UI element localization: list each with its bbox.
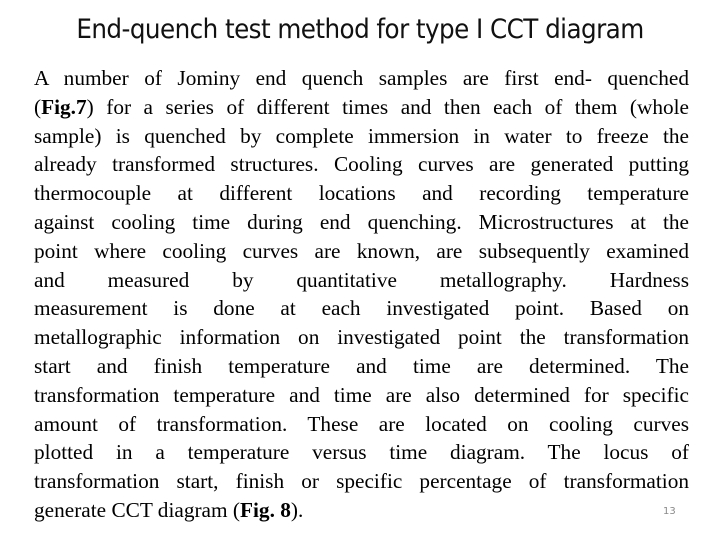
figure-reference: Fig.7 [41, 94, 87, 119]
body-text-line: plotted in a temperature versus time dia… [34, 438, 689, 467]
body-text-segment: start and finish temperature and time ar… [34, 353, 689, 378]
body-text-segment: ) for a series of different times and th… [86, 94, 689, 119]
page-number: 13 [663, 506, 676, 517]
body-text-line: point where cooling curves are known, ar… [34, 237, 689, 266]
body-text-line: A number of Jominy end quench samples ar… [34, 64, 689, 93]
body-text-segment: plotted in a temperature versus time dia… [34, 440, 689, 465]
slide-body-paragraph: A number of Jominy end quench samples ar… [34, 64, 689, 525]
body-text-line: sample) is quenched by complete immersio… [34, 122, 689, 151]
body-text-segment: against cooling time during end quenchin… [34, 209, 689, 234]
body-text-line: start and finish temperature and time ar… [34, 352, 689, 381]
body-text-segment: transformation temperature and time are … [34, 382, 689, 407]
body-text-line: already transformed structures. Cooling … [34, 150, 689, 179]
body-text-segment: thermocouple at different locations and … [34, 181, 689, 206]
body-text-line: (Fig.7) for a series of different times … [34, 93, 689, 122]
body-text-line: transformation start, finish or specific… [34, 467, 689, 496]
body-text-segment: already transformed structures. Cooling … [34, 152, 689, 177]
body-text-line: metallographic information on investigat… [34, 323, 689, 352]
body-text-line: against cooling time during end quenchin… [34, 208, 689, 237]
body-text-line: amount of transformation. These are loca… [34, 410, 689, 439]
body-text-line: and measured by quantitative metallograp… [34, 266, 689, 295]
body-text-segment: sample) is quenched by complete immersio… [34, 123, 689, 148]
body-text-segment: ). [290, 497, 304, 522]
body-text-line: generate CCT diagram (Fig. 8). [34, 496, 689, 525]
body-text-segment: A number of Jominy end quench samples ar… [34, 66, 689, 90]
body-text-line: thermocouple at different locations and … [34, 179, 689, 208]
body-text-segment: generate CCT diagram ( [34, 497, 240, 522]
body-text-line: transformation temperature and time are … [34, 381, 689, 410]
body-text-segment: and measured by quantitative metallograp… [34, 267, 689, 292]
body-text-segment: point where cooling curves are known, ar… [34, 238, 689, 263]
figure-reference: Fig. 8 [240, 497, 291, 522]
body-text-segment: metallographic information on investigat… [34, 325, 689, 350]
body-text-segment: amount of transformation. These are loca… [34, 411, 689, 436]
body-text-segment: transformation start, finish or specific… [34, 469, 689, 494]
body-text-line: measurement is done at each investigated… [34, 294, 689, 323]
slide-title: End-quench test method for type I CCT di… [76, 14, 644, 45]
body-text-segment: measurement is done at each investigated… [34, 296, 689, 321]
